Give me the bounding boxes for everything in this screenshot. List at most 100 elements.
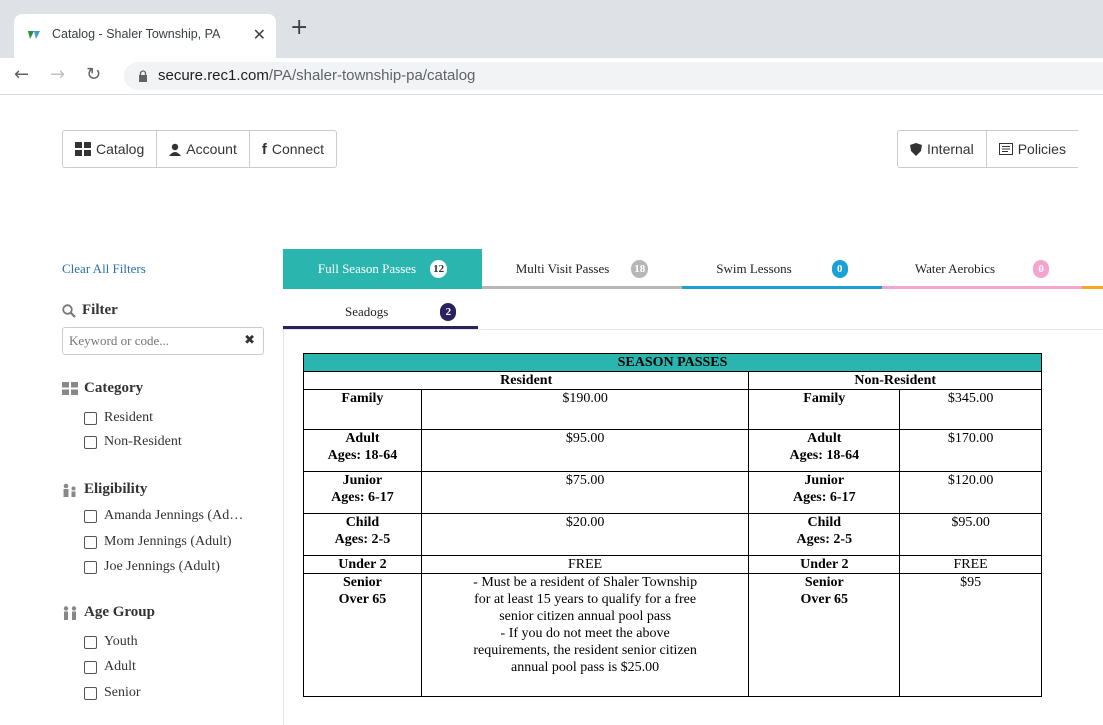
- new-tab-icon[interactable]: +: [290, 17, 308, 39]
- catalog-button[interactable]: Catalog: [63, 131, 158, 167]
- checkbox-label: Mom Jennings (Adult): [104, 534, 232, 549]
- content-divider: [283, 329, 284, 725]
- browser-tabstrip: Catalog - Shaler Township, PA ✕ +: [0, 0, 1103, 58]
- cell-line: $75.00: [565, 473, 605, 488]
- clear-all-filters-link[interactable]: Clear All Filters: [62, 261, 146, 277]
- eligibility-mom-checkbox[interactable]: Mom Jennings (Adult): [84, 534, 232, 550]
- r-label-cell: Adult Ages: 18-64: [303, 429, 422, 472]
- n-label-cell: Adult Ages: 18-64: [748, 429, 901, 472]
- clear-search-icon[interactable]: ✖: [244, 333, 255, 348]
- cell-line: $95: [960, 575, 982, 590]
- eligibility-heading-text: Eligibility: [84, 481, 148, 497]
- subtab-count-badge: 2: [440, 302, 457, 321]
- user-icon: [169, 143, 182, 156]
- tab-swim-lessons[interactable]: Swim Lessons 0: [682, 249, 882, 289]
- browser-tab[interactable]: Catalog - Shaler Township, PA ✕: [14, 14, 276, 58]
- cell-line: Junior: [804, 473, 845, 488]
- r-price-cell: $75.00: [420, 471, 750, 514]
- cell-line: $20.00: [565, 515, 605, 530]
- tab-label: Multi Visit Passes: [515, 261, 610, 276]
- address-bar[interactable]: secure.rec1.com/PA/shaler-township-pa/ca…: [124, 62, 1103, 90]
- reload-icon[interactable]: ↻: [86, 64, 101, 85]
- subtab-seadogs[interactable]: Seadogs 2: [283, 297, 478, 329]
- r-price-cell: - Must be a resident of Shaler Township f…: [420, 573, 750, 697]
- r-price-cell: $95.00: [420, 429, 750, 472]
- tab-multi-visit-passes[interactable]: Multi Visit Passes 18: [482, 249, 682, 289]
- tab-label: Water Aerobics: [914, 261, 996, 276]
- cell-line: $120.00: [947, 473, 994, 488]
- n-price-cell: $120.00: [899, 471, 1042, 514]
- admin-nav: Internal Policies: [897, 130, 1078, 168]
- checkbox-label: Non-Resident: [104, 434, 182, 449]
- n-label-cell: Family: [748, 389, 901, 430]
- filter-heading-text: Filter: [82, 302, 118, 318]
- r-price-cell: $190.00: [420, 389, 750, 430]
- season-passes-table: SEASON PASSES Resident Non-Resident Fami…: [302, 353, 1042, 697]
- cell-line: Junior: [342, 473, 383, 488]
- cell-line: $170.00: [947, 431, 994, 446]
- filter-heading: Filter: [62, 302, 118, 319]
- lock-icon: [139, 70, 147, 82]
- cell-line: $95.00: [565, 431, 605, 446]
- n-price-cell: $95: [899, 573, 1042, 697]
- eligibility-joe-checkbox[interactable]: Joe Jennings (Adult): [84, 559, 220, 575]
- category-tabs: Full Season Passes 12 Multi Visit Passes…: [283, 249, 1103, 289]
- internal-label: Internal: [927, 141, 974, 157]
- tab-water-aerobics[interactable]: Water Aerobics 0: [882, 249, 1082, 289]
- account-button[interactable]: Account: [157, 131, 250, 167]
- r-label-cell: Senior Over 65: [303, 573, 422, 697]
- tab-full-season-passes[interactable]: Full Season Passes 12: [283, 249, 482, 289]
- checkbox-label: Resident: [104, 410, 153, 425]
- eligibility-amanda-checkbox[interactable]: Amanda Jennings (Ad…: [84, 508, 243, 524]
- checkbox-label: Joe Jennings (Adult): [104, 559, 220, 574]
- checkbox[interactable]: [84, 686, 97, 700]
- grid-icon: [62, 382, 78, 395]
- checkbox[interactable]: [84, 411, 97, 425]
- cell-line: Ages: 2-5: [796, 532, 853, 547]
- age-youth-checkbox[interactable]: Youth: [84, 634, 138, 650]
- n-label-cell: Under 2: [748, 555, 901, 574]
- age-senior-checkbox[interactable]: Senior: [84, 685, 141, 701]
- checkbox[interactable]: [84, 560, 97, 574]
- search-input[interactable]: [69, 333, 239, 349]
- eligibility-heading: Eligibility: [62, 481, 147, 498]
- tab-overflow-indicator: [1082, 286, 1103, 289]
- policies-label: Policies: [1017, 141, 1066, 157]
- cell-line: Ages: 6-17: [792, 490, 856, 505]
- table-row: Adult Ages: 18-64 $95.00 Adult Ages: 18-64 $1…: [303, 429, 1042, 472]
- back-arrow-icon[interactable]: ←: [14, 64, 29, 85]
- checkbox[interactable]: [84, 509, 97, 523]
- checkbox[interactable]: [84, 635, 97, 649]
- checkbox[interactable]: [84, 660, 97, 674]
- connect-button[interactable]: f Connect: [250, 131, 336, 167]
- age-adult-checkbox[interactable]: Adult: [84, 659, 136, 675]
- keyword-search[interactable]: ✖: [62, 327, 264, 355]
- checkbox[interactable]: [84, 535, 97, 549]
- cell-line: FREE: [568, 557, 603, 572]
- cell-line: $95.00: [951, 515, 990, 530]
- table-title: SEASON PASSES: [303, 353, 1042, 372]
- n-price-cell: FREE: [899, 555, 1042, 574]
- cell-line: - If you do not meet the above: [500, 626, 670, 641]
- url-text: secure.rec1.com/PA/shaler-township-pa/ca…: [158, 67, 476, 84]
- checkbox-label: Amanda Jennings (Ad…: [104, 508, 244, 523]
- internal-button[interactable]: Internal: [898, 131, 987, 167]
- category-resident-checkbox[interactable]: Resident: [84, 410, 153, 426]
- cell-line: annual pool pass is $25.00: [511, 660, 660, 675]
- n-label-cell: Senior Over 65: [748, 573, 901, 697]
- checkbox[interactable]: [84, 435, 97, 449]
- tab-label: Swim Lessons: [716, 261, 792, 276]
- search-icon: [62, 303, 76, 318]
- grid-icon: [75, 142, 91, 156]
- cell-line: Ages: 2-5: [334, 532, 391, 547]
- cell-line: Ages: 18-64: [327, 448, 398, 463]
- category-non-resident-checkbox[interactable]: Non-Resident: [84, 434, 182, 450]
- tab-close-icon[interactable]: ✕: [253, 25, 266, 44]
- forward-arrow-icon[interactable]: →: [50, 64, 65, 85]
- r-price-cell: FREE: [420, 555, 750, 574]
- people-icon: [62, 605, 78, 620]
- policies-button[interactable]: Policies: [987, 131, 1078, 167]
- cell-line: requirements, the resident senior citize…: [473, 643, 697, 658]
- shield-icon: [910, 142, 922, 156]
- n-price-cell: $345.00: [899, 389, 1042, 430]
